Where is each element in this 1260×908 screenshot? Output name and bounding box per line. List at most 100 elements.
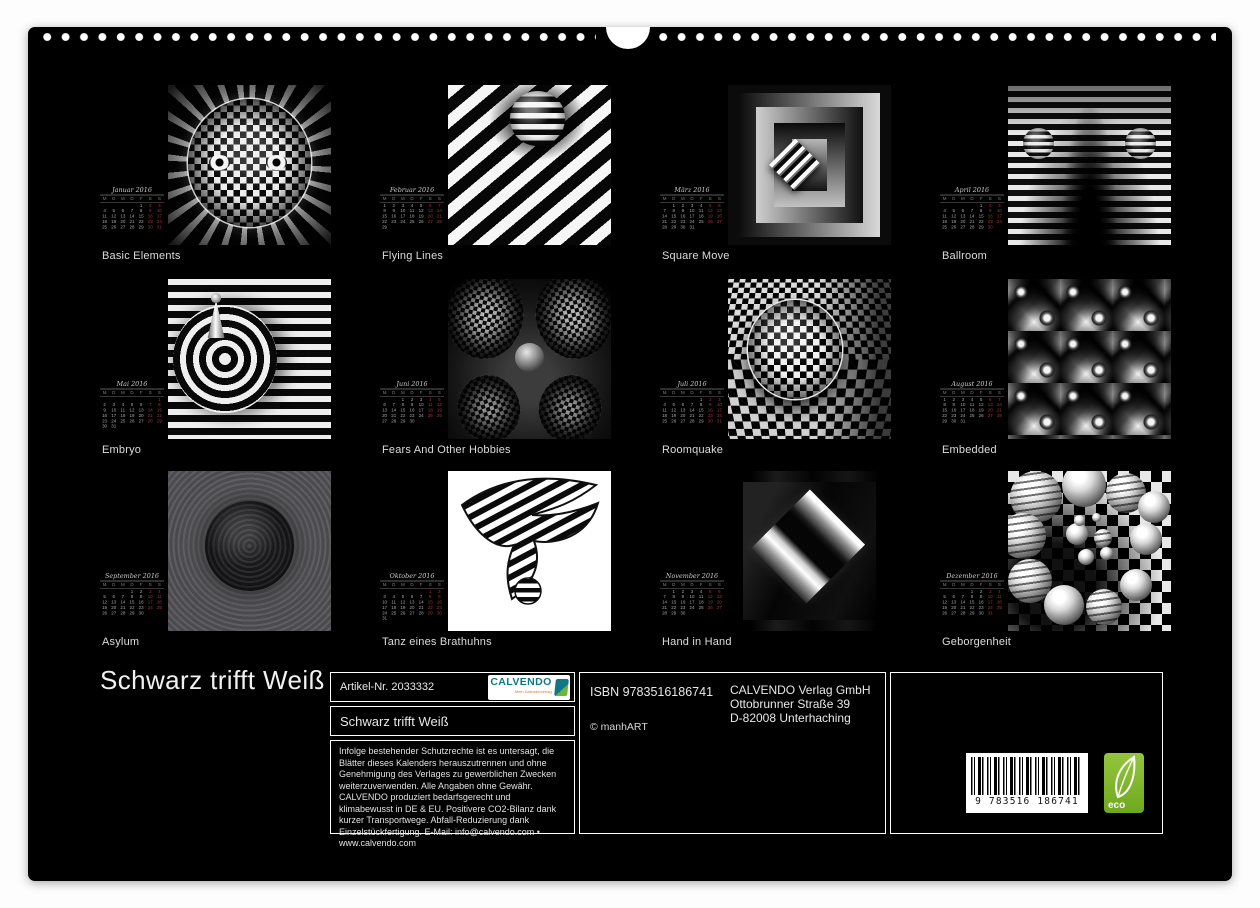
artwork-title: Asylum <box>102 636 139 648</box>
mini-calendar-december: Dezember 2016 MDMDFSS1234567891011121314… <box>940 573 1004 617</box>
artwork-title: Basic Elements <box>102 250 181 262</box>
barcode-digits: 9 783516 186741 <box>971 796 1083 807</box>
artwork-basic-elements <box>168 85 331 245</box>
artwork-title: Embryo <box>102 444 141 456</box>
mini-calendar-january: Januar 2016 MDMDFSS123456789101112131415… <box>100 187 164 231</box>
ring-bulge-shape <box>173 305 277 414</box>
eye-shape <box>266 155 287 169</box>
eco-badge: eco <box>1104 753 1144 813</box>
orb-shape <box>515 343 544 372</box>
mini-calendar-grid: MDMDFSS123456789101112131415161718192021… <box>100 391 164 430</box>
mini-calendar-august: August 2016 MDMDFSS123456789101112131415… <box>940 381 1004 425</box>
month-cell-december: Dezember 2016 MDMDFSS1234567891011121314… <box>940 471 1172 657</box>
sphere-shape <box>1044 585 1084 625</box>
calvendo-logo-icon <box>554 679 569 696</box>
mini-calendar-grid: MDMDFSS123456789101112131415161718192021… <box>940 391 1004 425</box>
artwork-asylum <box>168 471 331 631</box>
sphere-shape <box>1092 513 1101 522</box>
artwork-ballroom <box>1008 85 1171 245</box>
artwork-embryo <box>168 279 331 439</box>
mini-calendar-month-label: Oktober 2016 <box>380 573 444 581</box>
artwork-hand-in-hand <box>728 471 891 631</box>
copyright: © manhART <box>590 721 648 733</box>
month-cell-october: Oktober 2016 MDMDFSS12345678910111213141… <box>380 471 612 657</box>
striped-swirl-graphic <box>448 471 611 631</box>
mini-calendar-month-label: Juni 2016 <box>380 381 444 389</box>
artwork-title: Flying Lines <box>382 250 443 262</box>
calendar-product-photo: { "calendar": { "year": 2016, "weekday_l… <box>0 0 1260 908</box>
mini-calendar-june: Juni 2016 MDMDFSS12345678910111213141516… <box>380 381 444 425</box>
mini-calendar-grid: MDMDFSS123456789101112131415161718192021… <box>380 197 444 231</box>
month-cell-november: November 2016 MDMDFSS1234567891011121314… <box>660 471 892 657</box>
month-cell-march: März 2016 MDMDFSS12345678910111213141516… <box>660 85 892 271</box>
isbn-publisher-box: ISBN 9783516186741 CALVENDO Verlag GmbH … <box>579 672 886 834</box>
mini-calendar-month-label: November 2016 <box>660 573 724 581</box>
mini-calendar-grid: MDMDFSS123456789101112131415161718192021… <box>940 197 1004 231</box>
mini-calendar-month-label: Januar 2016 <box>100 187 164 195</box>
mini-calendar-grid: MDMDFSS123456789101112131415161718192021… <box>380 391 444 425</box>
mini-calendar-grid: MDMDFSS123456789101112131415161718192021… <box>660 391 724 425</box>
artwork-title: Fears And Other Hobbies <box>382 444 511 456</box>
mini-calendar-march: März 2016 MDMDFSS12345678910111213141516… <box>660 187 724 231</box>
checkered-fan-shape <box>530 367 610 439</box>
mini-calendar-november: November 2016 MDMDFSS1234567891011121314… <box>660 573 724 617</box>
striped-sphere-shape <box>1023 128 1054 158</box>
mini-calendar-grid: MDMDFSS123456789101112131415161718192021… <box>940 583 1004 617</box>
mini-calendar-month-label: Juli 2016 <box>660 381 724 389</box>
mini-calendar-month-label: August 2016 <box>940 381 1004 389</box>
product-title-box: Schwarz trifft Weiß <box>330 706 575 736</box>
month-cell-august: August 2016 MDMDFSS123456789101112131415… <box>940 279 1172 465</box>
legal-text-box: Infolge bestehender Schutzrechte ist es … <box>330 740 575 834</box>
article-number-box: Artikel-Nr. 2033332 CALVENDO Mein Kalend… <box>330 672 575 702</box>
mini-calendar-grid: MDMDFSS123456789101112131415161718192021… <box>100 197 164 231</box>
mini-calendar-month-label: September 2016 <box>100 573 164 581</box>
warp-shape <box>1062 104 1117 245</box>
month-cell-july: Juli 2016 MDMDFSS12345678910111213141516… <box>660 279 892 465</box>
artwork-title: Embedded <box>942 444 997 456</box>
calendar-title: Schwarz trifft Weiß <box>100 665 325 696</box>
striped-sphere-shape <box>510 91 565 145</box>
publisher-city: D-82008 Unterhaching <box>730 711 871 725</box>
hanger-hole <box>606 27 650 49</box>
barcode-box: 9 783516 186741 eco <box>890 672 1163 834</box>
month-cell-september: September 2016 MDMDFSS123456789101112131… <box>100 471 332 657</box>
artwork-title: Geborgenheit <box>942 636 1011 648</box>
artwork-roomquake <box>728 279 891 439</box>
mini-calendar-month-label: Mai 2016 <box>100 381 164 389</box>
mini-calendar-month-label: März 2016 <box>660 187 724 195</box>
eco-label: eco <box>1108 800 1125 811</box>
month-cell-april: April 2016 MDMDFSS1234567891011121314151… <box>940 85 1172 271</box>
publisher-name: CALVENDO Verlag GmbH <box>730 683 871 697</box>
mini-calendar-month-label: Dezember 2016 <box>940 573 1004 581</box>
sphere-tip-shape <box>211 293 221 303</box>
checkered-sphere-shape <box>188 99 312 227</box>
month-cell-january: Januar 2016 MDMDFSS123456789101112131415… <box>100 85 332 271</box>
sphere-shape <box>1100 547 1113 560</box>
artwork-title: Hand in Hand <box>662 636 732 648</box>
dark-sphere-shape <box>205 501 293 591</box>
striped-sphere-shape <box>1125 128 1156 158</box>
binding-holes-left <box>38 33 596 41</box>
product-info-panel: Artikel-Nr. 2033332 CALVENDO Mein Kalend… <box>330 672 1163 834</box>
article-number: Artikel-Nr. 2033332 <box>340 681 434 693</box>
artwork-flying-lines <box>448 85 611 245</box>
artwork-title: Roomquake <box>662 444 723 456</box>
mini-calendar-grid: MDMDFSS123456789101112131415161718192021… <box>660 197 724 231</box>
ean-barcode: 9 783516 186741 <box>966 753 1088 813</box>
publisher-street: Ottobrunner Straße 39 <box>730 697 871 711</box>
checkered-fan-shape <box>449 367 529 439</box>
sphere-shape <box>1074 515 1085 526</box>
artwork-fears-and-other-hobbies <box>448 279 611 439</box>
calvendo-logo-tagline: Mein Kalenderverlag <box>515 687 552 697</box>
sphere-shape <box>1094 529 1112 547</box>
artwork-square-move <box>728 85 891 245</box>
sphere-shape <box>1078 549 1094 565</box>
sphere-shape <box>1120 569 1152 601</box>
binding-holes-right <box>654 33 1216 41</box>
artwork-embedded <box>1008 279 1171 439</box>
month-cell-june: Juni 2016 MDMDFSS12345678910111213141516… <box>380 279 612 465</box>
sphere-shape <box>1008 513 1046 559</box>
artwork-title: Ballroom <box>942 250 987 262</box>
sphere-shape <box>1086 589 1122 625</box>
mini-calendar-october: Oktober 2016 MDMDFSS12345678910111213141… <box>380 573 444 622</box>
